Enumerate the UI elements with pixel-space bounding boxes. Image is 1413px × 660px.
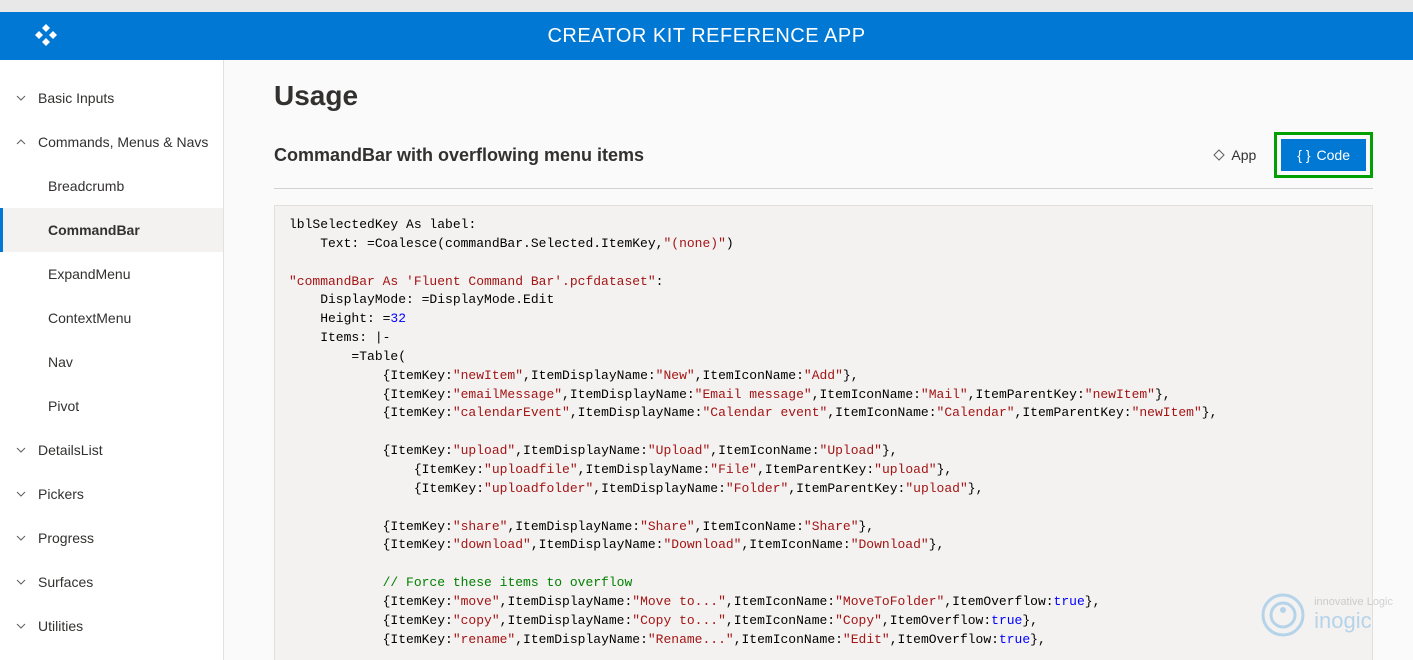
chevron-down-icon (16, 488, 28, 500)
sidebar-section-utilities[interactable]: Utilities (0, 604, 223, 648)
sidebar-item-nav[interactable]: Nav (0, 340, 223, 384)
sidebar-section-label: Commands, Menus & Navs (38, 133, 208, 151)
code-tab-button[interactable]: { } Code (1281, 139, 1366, 171)
sidebar-section-detailslist[interactable]: DetailsList (0, 428, 223, 472)
sidebar-section-commands-menus-navs[interactable]: Commands, Menus & Navs (0, 120, 223, 164)
window-topbar (0, 0, 1413, 12)
view-toggle: App { } Code (1205, 132, 1373, 178)
app-tab-label: App (1231, 147, 1256, 163)
sidebar-item-contextmenu[interactable]: ContextMenu (0, 296, 223, 340)
sidebar-item-label: Nav (48, 354, 73, 370)
watermark-brand: inogic (1314, 608, 1393, 634)
sidebar-item-label: ExpandMenu (48, 266, 131, 282)
chevron-down-icon (16, 444, 28, 456)
app-logo-icon (32, 22, 60, 50)
watermark: innovative Logic inogic (1258, 590, 1393, 640)
sidebar-section-basic-inputs[interactable]: Basic Inputs (0, 76, 223, 120)
sidebar-section-pickers[interactable]: Pickers (0, 472, 223, 516)
sidebar-item-label: ContextMenu (48, 310, 131, 326)
sidebar-section-label: Progress (38, 530, 94, 546)
app-header: CREATOR KIT REFERENCE APP (0, 12, 1413, 60)
sidebar-item-label: Breadcrumb (48, 178, 124, 194)
chevron-up-icon (16, 136, 28, 148)
sidebar-section-label: Pickers (38, 486, 84, 502)
code-tab-label: Code (1317, 147, 1350, 163)
code-block[interactable]: lblSelectedKey As label: Text: =Coalesce… (274, 205, 1373, 660)
sidebar-item-commandbar[interactable]: CommandBar (0, 208, 223, 252)
sidebar: Basic Inputs Commands, Menus & Navs Brea… (0, 60, 224, 660)
sidebar-item-label: CommandBar (48, 222, 140, 238)
code-tab-highlight: { } Code (1274, 132, 1373, 178)
sidebar-item-breadcrumb[interactable]: Breadcrumb (0, 164, 223, 208)
sidebar-section-label: Utilities (38, 618, 83, 634)
sidebar-item-expandmenu[interactable]: ExpandMenu (0, 252, 223, 296)
watermark-tagline: innovative Logic (1314, 596, 1393, 608)
sidebar-section-label: Surfaces (38, 574, 93, 590)
page-subtitle: CommandBar with overflowing menu items (274, 145, 644, 166)
sidebar-item-label: Pivot (48, 398, 79, 414)
chevron-down-icon (16, 620, 28, 632)
sidebar-item-pivot[interactable]: Pivot (0, 384, 223, 428)
subtitle-row: CommandBar with overflowing menu items A… (274, 132, 1373, 189)
app-tab-button[interactable]: App (1205, 141, 1264, 169)
page-title: Usage (274, 80, 1373, 112)
sidebar-children: Breadcrumb CommandBar ExpandMenu Context… (0, 164, 223, 428)
app-header-title: CREATOR KIT REFERENCE APP (0, 25, 1413, 48)
sidebar-section-surfaces[interactable]: Surfaces (0, 560, 223, 604)
braces-icon: { } (1297, 147, 1310, 163)
sidebar-section-label: Basic Inputs (38, 90, 114, 106)
app-body: Basic Inputs Commands, Menus & Navs Brea… (0, 60, 1413, 660)
main-content: Usage CommandBar with overflowing menu i… (224, 60, 1413, 660)
chevron-down-icon (16, 532, 28, 544)
chevron-down-icon (16, 92, 28, 104)
sidebar-section-label: DetailsList (38, 442, 103, 458)
diamond-icon (1213, 149, 1225, 161)
sidebar-section-progress[interactable]: Progress (0, 516, 223, 560)
chevron-down-icon (16, 576, 28, 588)
